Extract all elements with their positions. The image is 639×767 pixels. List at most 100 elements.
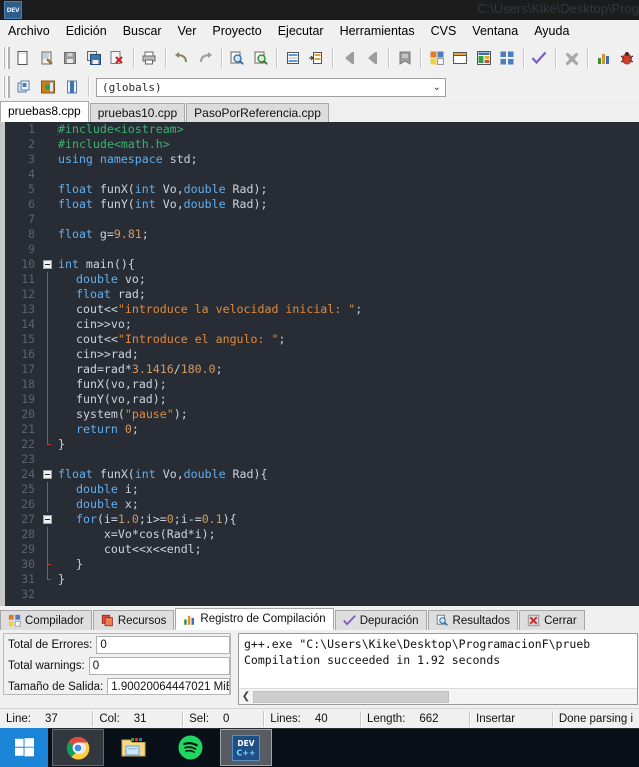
menu-ventana[interactable]: Ventana [464,22,526,40]
run-icon[interactable] [450,47,471,69]
build-log-box[interactable]: g++.exe "C:\Users\Kike\Desktop\Programac… [238,633,638,705]
code-line[interactable]: 31} [5,572,639,587]
fold-column[interactable] [41,557,54,572]
fold-column[interactable] [41,332,54,347]
fold-column[interactable] [41,242,54,257]
remove-from-project-icon[interactable] [61,76,83,98]
code-line[interactable]: 14 cin>>vo; [5,317,639,332]
code-line[interactable]: 8 float g=9.81; [5,227,639,242]
menu-proyecto[interactable]: Proyecto [204,22,269,40]
menu-buscar[interactable]: Buscar [115,22,170,40]
tab-resultados[interactable]: Resultados [427,610,519,630]
save-file-icon[interactable] [60,47,81,69]
chevron-left-icon[interactable]: ❮ [239,690,253,703]
code-line[interactable]: 1 #include<iostream> [5,122,639,137]
build-log-hscrollbar[interactable]: ❮ [239,688,637,704]
find-replace-icon[interactable] [250,47,271,69]
editor-tab-pruebas8[interactable]: pruebas8.cpp [0,101,89,122]
code-line[interactable]: 23 [5,452,639,467]
menu-ver[interactable]: Ver [170,22,205,40]
code-line[interactable]: 11 double vo; [5,272,639,287]
fold-column[interactable] [41,542,54,557]
open-file-icon[interactable] [36,47,57,69]
taskbar-chrome-icon[interactable] [52,729,104,766]
undo-icon[interactable] [171,47,192,69]
add-to-project-icon[interactable] [37,76,59,98]
fold-column[interactable] [41,152,54,167]
fold-column[interactable] [41,422,54,437]
profile-icon[interactable] [593,47,614,69]
windows-start-icon[interactable] [0,728,48,767]
tab-recursos[interactable]: Recursos [92,610,175,630]
print-icon[interactable] [139,47,160,69]
code-line[interactable]: 16 cin>>rad; [5,347,639,362]
code-line[interactable]: 12 float rad; [5,287,639,302]
compile-run-icon[interactable] [473,47,494,69]
toolbar-grip[interactable] [3,47,10,69]
fold-column[interactable] [41,482,54,497]
code-line[interactable]: 6 float funY(int Vo,double Rad); [5,197,639,212]
fold-column[interactable] [41,497,54,512]
rebuild-all-icon[interactable] [496,47,517,69]
code-line[interactable]: 30} [5,557,639,572]
forward-icon[interactable] [362,47,383,69]
code-line[interactable]: 4 [5,167,639,182]
goto-line-icon[interactable] [282,47,303,69]
new-file-icon[interactable] [13,47,34,69]
status-insert-mode[interactable]: Insertar [470,710,552,728]
fold-column[interactable] [41,572,54,587]
fold-collapse-icon[interactable] [43,515,52,524]
fold-column[interactable] [41,512,54,527]
stop-execution-icon[interactable] [561,47,582,69]
code-line[interactable]: 7 [5,212,639,227]
class-browser-combo[interactable]: (globals) ⌄ [96,77,446,97]
fold-collapse-icon[interactable] [43,470,52,479]
code-line[interactable]: 28 x=Vo*cos(Rad*i); [5,122,639,542]
fold-column[interactable] [41,392,54,407]
fold-column[interactable] [41,362,54,377]
code-line[interactable]: 26 double x; [5,497,639,512]
menu-archivo[interactable]: Archivo [0,22,58,40]
menu-edicion[interactable]: Edición [58,22,115,40]
back-icon[interactable] [338,47,359,69]
menu-ayuda[interactable]: Ayuda [526,22,577,40]
code-line[interactable]: 24 float funX(int Vo,double Rad){ [5,467,639,482]
fold-column[interactable] [41,137,54,152]
chevron-down-icon[interactable]: ⌄ [433,82,441,93]
fold-column[interactable] [41,347,54,362]
fold-column[interactable] [41,302,54,317]
debug-icon[interactable] [617,47,638,69]
indent-icon[interactable] [306,47,327,69]
fold-column[interactable] [41,197,54,212]
fold-column[interactable] [41,287,54,302]
close-file-icon[interactable] [106,47,127,69]
fold-column[interactable] [41,527,54,542]
toolbar-grip-2[interactable] [3,76,10,98]
new-project-icon[interactable] [13,76,35,98]
fold-column[interactable] [41,212,54,227]
fold-column[interactable] [41,587,54,602]
editor-tab-pruebas10[interactable]: pruebas10.cpp [89,103,186,122]
code-line[interactable]: 22} [5,437,639,452]
code-line[interactable]: 2 #include<math.h> [5,137,639,152]
fold-column[interactable] [41,407,54,422]
fold-column[interactable] [41,182,54,197]
menu-herramientas[interactable]: Herramientas [332,22,423,40]
tab-depuracion[interactable]: Depuración [334,610,427,630]
taskbar-file-explorer-icon[interactable] [108,729,160,766]
tab-compilador[interactable]: Compilador [0,610,92,630]
tab-cerrar[interactable]: Cerrar [519,610,585,630]
editor-tab-pasoporreferencia[interactable]: PasoPorReferencia.cpp [186,103,329,122]
hscroll-thumb[interactable] [253,690,449,703]
code-lines-container[interactable]: 1 #include<iostream> 2 #include<math.h> 3 usi… [5,122,639,606]
code-line[interactable]: 20 system("pause"); [5,407,639,422]
code-line[interactable]: 18 funX(vo,rad); [5,377,639,392]
fold-column[interactable] [41,452,54,467]
taskbar-spotify-icon[interactable] [164,729,216,766]
fold-column[interactable] [41,437,54,452]
code-line[interactable]: 10 int main(){ [5,257,639,272]
taskbar-devcpp-icon[interactable]: DEV C++ [220,729,272,766]
code-line[interactable]: 15 cout<<"Introduce el angulo: "; [5,332,639,347]
code-line[interactable]: 17 rad=rad*3.1416/180.0; [5,362,639,377]
menu-cvs[interactable]: CVS [423,22,465,40]
